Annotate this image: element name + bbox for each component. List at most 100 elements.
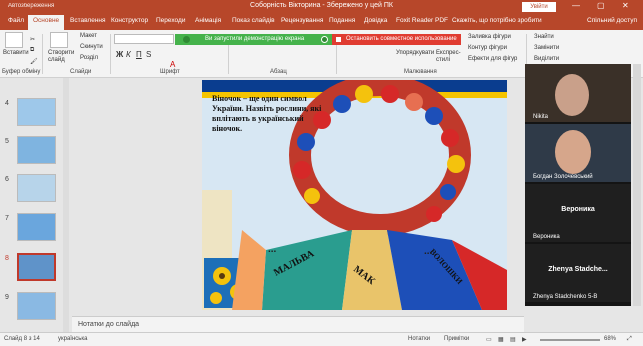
font-group-label: Шрифт [160,69,180,75]
zoom-slider[interactable] [540,339,600,341]
clipboard-group-label: Буфер обміну [2,69,41,75]
tab-foxit[interactable]: Foxit Reader PDF [396,17,448,24]
paste-button[interactable]: Вставити [3,50,29,56]
find-button[interactable]: Знайти [534,34,554,40]
slide-thumbnail[interactable] [17,136,56,164]
shape-fill-button[interactable]: Заливка фігури [468,34,511,40]
participant-name: Богдан Золочевський [533,174,593,180]
slide-thumbnails-pane: 4 5 6 7 8 9 [0,78,72,332]
zoom-level[interactable]: 68% [604,336,616,342]
notes-toggle[interactable]: Нотатки [408,336,430,342]
tab-insert[interactable]: Вставлення [70,17,106,24]
tab-animation[interactable]: Анімація [195,17,221,24]
participant-name: Zhenya Stadchenko 5-В [533,294,598,300]
reset-button[interactable]: Скинути [80,44,103,50]
slide-thumbnail[interactable] [17,213,56,241]
new-slide-icon[interactable] [50,32,68,48]
italic-icon[interactable]: К [126,50,131,59]
stop-sharing-label: Остановить совместное использование [346,36,457,42]
share-settings-icon[interactable] [321,36,328,43]
thumbnail-number: 5 [5,138,9,145]
shape-outline-button[interactable]: Контур фігури [468,45,507,51]
tab-review[interactable]: Рецензування [281,17,323,24]
slide-question-text[interactable]: Віночок – ще один символ України. Назвіт… [212,94,324,134]
share-status-icon [183,36,190,43]
slides-group-label: Слайди [70,69,92,75]
tell-me-search[interactable]: Скажіть, що потрібно зробити [452,17,542,24]
font-name-input[interactable] [114,34,174,44]
tab-transitions[interactable]: Переходи [156,17,185,24]
drawing-group-label: Малювання [404,69,437,75]
underline-icon[interactable]: П [136,50,142,59]
video-panel-scrollbar[interactable] [633,64,641,306]
slide-thumbnail-selected[interactable] [17,253,56,281]
section-button[interactable]: Розділ [80,55,98,61]
quick-styles-button[interactable]: Експрес-стилі [436,50,462,64]
normal-view-icon[interactable]: ▭ [486,336,492,343]
tab-home[interactable]: Основне [28,15,65,30]
login-button[interactable]: Увійти [522,2,556,12]
thumbnail-number: 4 [5,100,9,107]
font-color-icon[interactable]: A [170,60,175,69]
replace-button[interactable]: Замінити [534,45,559,51]
reading-view-icon[interactable]: ▤ [510,336,516,343]
thumbnail-number: 9 [5,294,9,301]
stop-icon [336,37,341,42]
copy-icon[interactable]: ⧉ [30,47,34,54]
participant-label: Вероника [561,206,595,213]
ribbon-dots: ... [424,246,433,257]
thumbnails-scrollbar[interactable] [63,78,69,332]
select-button[interactable]: Виділити [534,56,559,62]
format-painter-icon[interactable]: 🖌 [30,58,38,65]
participant-tile[interactable]: Богдан Золочевський [525,124,631,182]
thumbnail-number: 7 [5,215,9,222]
maximize-icon[interactable]: ▢ [597,1,605,10]
participant-name: Вероника [533,234,560,240]
slideshow-icon[interactable]: ▶ [522,336,527,343]
slide-thumbnail[interactable] [17,174,56,202]
tab-file[interactable]: Файл [8,17,24,24]
notes-pane[interactable]: Нотатки до слайда [72,316,524,332]
shadow-icon[interactable]: S [146,50,151,59]
slide-thumbnail[interactable] [17,292,56,320]
paragraph-group-label: Абзац [270,69,287,75]
tab-view[interactable]: Подання [329,17,355,24]
thumbnail-number: 6 [5,176,9,183]
slide-editor: Віночок – ще один символ України. Назвіт… [72,78,524,316]
cut-icon[interactable]: ✂ [30,36,35,43]
thumbnail-number: 8 [5,255,9,262]
tab-design[interactable]: Конструктор [111,17,148,24]
participant-tile[interactable]: Nikita [525,64,631,122]
share-button[interactable]: Спільний доступ [587,17,637,24]
slide-thumbnail[interactable] [17,98,56,126]
tab-help[interactable]: Довідка [364,17,387,24]
status-bar: Слайд 8 з 14 українська Нотатки Примітки… [0,332,643,346]
participant-tile[interactable]: Zhenya Stadche... Zhenya Stadchenko 5-В [525,244,631,302]
title-bar: Автозбереження Соборність Вікторина - Зб… [0,0,643,14]
slide-canvas[interactable]: Віночок – ще один символ України. Назвіт… [202,80,507,310]
ribbon-dots: ... [268,244,277,255]
close-icon[interactable]: ✕ [622,1,629,10]
participant-video [555,74,589,116]
minimize-icon[interactable]: — [572,1,580,10]
participant-tile[interactable]: Вероника Вероника [525,184,631,242]
paste-icon[interactable] [5,32,23,48]
participant-video [555,130,591,174]
video-panel: Nikita Богдан Золочевський Вероника Веро… [525,64,631,306]
slide-counter: Слайд 8 з 14 [4,336,40,342]
shape-effects-button[interactable]: Ефекти для фігур [468,56,517,62]
bold-icon[interactable]: Ж [116,50,123,59]
language-indicator[interactable]: українська [58,336,88,342]
participant-label: Zhenya Stadche... [548,266,608,273]
comments-toggle[interactable]: Примітки [444,336,469,342]
slide-sorter-icon[interactable]: ▦ [498,336,504,343]
arrange-button[interactable]: Упорядкувати [396,50,434,56]
fit-slide-icon[interactable]: ⤢ [627,336,632,343]
tab-slideshow[interactable]: Показ слайдів [232,17,275,24]
layout-button[interactable]: Макет [80,33,97,39]
stop-sharing-button[interactable]: Остановить совместное использование [332,34,461,45]
screen-share-text: Ви запустили демонстрацію екрана [205,36,305,42]
participant-name: Nikita [533,114,549,120]
new-slide-button[interactable]: Створити слайд [48,50,74,64]
ribbon-tabs: Файл Основне Вставлення Конструктор Пере… [0,14,643,30]
